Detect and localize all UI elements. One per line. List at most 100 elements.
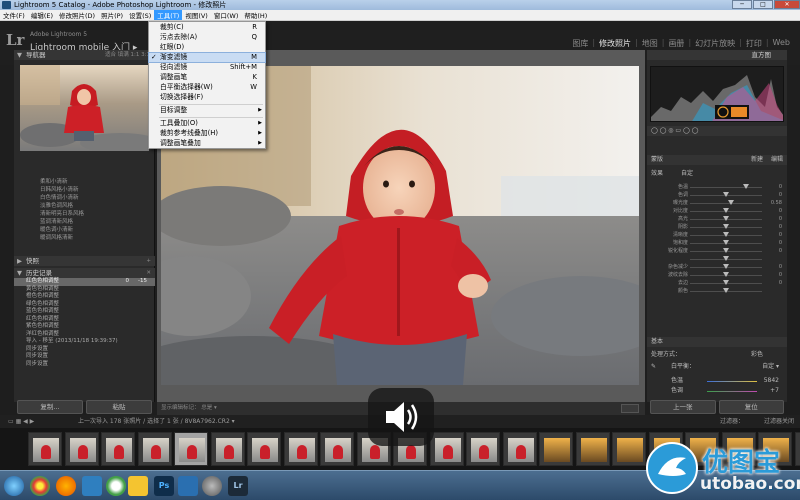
histogram[interactable] <box>650 66 784 122</box>
filmstrip-thumbnail[interactable] <box>429 432 464 466</box>
history-item[interactable]: 绿色色相调整 <box>14 301 155 309</box>
history-item[interactable]: 红色色相调整 <box>14 316 155 324</box>
history-item[interactable]: 蓝色色相调整 <box>14 308 155 316</box>
filmstrip-thumbnail[interactable] <box>320 432 354 466</box>
maximize-button[interactable]: □ <box>753 0 773 9</box>
menu-item-targeted-adjustment[interactable]: 目标调整 ▶ <box>149 106 265 115</box>
temp-slider[interactable] <box>707 381 757 382</box>
slider-value[interactable]: 0 <box>779 183 782 191</box>
module-develop[interactable]: 修改照片 <box>595 38 635 49</box>
adjustment-slider-row[interactable]: 波纹去除 0 <box>650 271 784 279</box>
add-snapshot-icon[interactable]: + <box>146 256 151 266</box>
navigator-zoom-options[interactable]: 适合 填满 1:1 3:1 <box>105 50 150 60</box>
done-button[interactable] <box>621 404 639 413</box>
module-web[interactable]: Web <box>769 38 794 49</box>
filmstrip-thumbnail[interactable] <box>247 432 281 466</box>
app-icon[interactable] <box>82 476 102 496</box>
app-icon[interactable] <box>202 476 222 496</box>
filmstrip-thumbnail[interactable] <box>466 432 500 466</box>
adjustment-slider-row[interactable]: 饱和度 0 <box>650 239 784 247</box>
filmstrip-nav-icons[interactable]: ▭ ▦ ◀ ▶ <box>8 415 34 428</box>
preset-item[interactable]: 日韩风格小清新 <box>14 186 155 194</box>
history-item[interactable]: 同步设置 <box>14 361 155 369</box>
slider-knob[interactable] <box>723 280 729 285</box>
slider-knob[interactable] <box>723 224 729 229</box>
filmstrip-thumbnail[interactable] <box>502 432 537 466</box>
menu-item-brush-overlay[interactable]: 调整画笔叠加 ▶ <box>149 139 265 148</box>
effect-preset[interactable]: 自定 <box>681 169 693 179</box>
menu-item-graduated-filter[interactable]: ✓ 渐变滤镜 M <box>148 52 266 63</box>
module-map[interactable]: 地图 <box>638 38 662 49</box>
slider-knob[interactable] <box>723 240 729 245</box>
slider-knob[interactable] <box>723 232 729 237</box>
module-library[interactable]: 图库 <box>568 38 592 49</box>
slider-value[interactable]: 0 <box>779 271 782 279</box>
menu-photo[interactable]: 照片(P) <box>98 10 126 20</box>
adjustment-slider-row[interactable]: 曝光度 0.58 <box>650 199 784 207</box>
previous-button[interactable]: 上一张 <box>650 400 716 414</box>
filmstrip-thumbnail[interactable] <box>539 432 573 466</box>
close-button[interactable]: ✕ <box>774 0 800 9</box>
preset-item[interactable]: 清新明亮日系风格 <box>14 210 155 218</box>
menu-view[interactable]: 视图(V) <box>182 10 211 20</box>
clear-history-icon[interactable]: ✕ <box>146 268 151 278</box>
adjustment-slider-row[interactable]: 杂色减少 0 <box>650 263 784 271</box>
minimize-button[interactable]: ─ <box>732 0 752 9</box>
menu-item-toggle-selector[interactable]: 切换选择器(F) <box>149 93 265 102</box>
menu-item-red-eye[interactable]: 红眼(D) <box>149 43 265 52</box>
slider-value[interactable]: 0 <box>779 223 782 231</box>
filmstrip-thumbnail[interactable] <box>137 432 172 466</box>
adjustment-slider-row[interactable]: 高光 0 <box>650 215 784 223</box>
show-edit-pins[interactable]: 显示编辑标记： 总是 ▾ <box>161 405 217 411</box>
app-icon[interactable] <box>106 476 126 496</box>
mask-edit[interactable]: 编辑 <box>771 155 783 165</box>
adjustment-slider-row[interactable]: 阴影 0 <box>650 223 784 231</box>
slider-knob[interactable] <box>743 184 750 189</box>
menu-window[interactable]: 窗口(W) <box>211 10 242 20</box>
start-button-icon[interactable] <box>4 476 24 496</box>
reset-button[interactable]: 复位 <box>718 400 784 414</box>
slider-value[interactable]: 0 <box>779 191 782 199</box>
adjustment-slider-row[interactable]: 锐化程度 0 <box>650 247 784 255</box>
menu-develop[interactable]: 修改照片(D) <box>56 10 98 20</box>
slider-value[interactable]: 0 <box>779 263 782 271</box>
slider-knob[interactable] <box>723 208 729 213</box>
filmstrip-thumbnail[interactable] <box>101 432 135 466</box>
filmstrip-thumbnail[interactable] <box>64 432 99 466</box>
filmstrip-thumbnail[interactable] <box>283 432 318 466</box>
menu-item-white-balance[interactable]: 白平衡选择器(W) W <box>149 83 265 92</box>
menu-edit[interactable]: 编辑(E) <box>28 10 56 20</box>
histogram-header[interactable]: 直方图 <box>647 50 787 60</box>
basic-header[interactable]: 基本 <box>647 337 787 347</box>
adjustment-slider-row[interactable]: 色温 0 <box>650 183 784 191</box>
navigator-preview[interactable] <box>20 65 149 151</box>
adjustment-slider-row[interactable]: 对比度 0 <box>650 207 784 215</box>
history-item[interactable]: 黄色色相调整 <box>14 286 155 294</box>
slider-knob[interactable] <box>723 256 729 261</box>
app-icon[interactable] <box>178 476 198 496</box>
history-item[interactable]: 紫色色相调整 <box>14 323 155 331</box>
slider-track[interactable] <box>690 203 762 204</box>
menu-item-radial-filter[interactable]: 径向滤镜 Shift+M <box>149 63 265 72</box>
copy-settings-button[interactable]: 复制... <box>17 400 83 414</box>
filter-select[interactable]: 过滤器关闭 <box>764 415 794 428</box>
menu-item-crop-guide-overlay[interactable]: 裁剪参考线叠加(H) ▶ <box>149 129 265 138</box>
history-item[interactable]: 同步设置 <box>14 353 155 361</box>
history-item[interactable]: 导入 - 移至 (2013/11/18 19:39:37) <box>14 338 155 346</box>
slider-knob[interactable] <box>723 248 729 253</box>
module-print[interactable]: 打印 <box>742 38 766 49</box>
folder-icon[interactable] <box>128 476 148 496</box>
filmstrip-thumbnail[interactable] <box>210 432 245 466</box>
preset-item[interactable]: 蓝调清新风格 <box>14 218 155 226</box>
slider-value[interactable]: 0 <box>779 239 782 247</box>
slider-knob[interactable] <box>723 192 729 197</box>
slider-track[interactable] <box>690 187 762 188</box>
chrome-icon[interactable] <box>30 476 50 496</box>
slider-knob[interactable] <box>723 216 729 221</box>
slider-knob[interactable] <box>723 288 729 293</box>
mask-new[interactable]: 新建 <box>751 155 763 165</box>
menu-item-spot-removal[interactable]: 污点去除(A) Q <box>149 33 265 42</box>
tint-value[interactable]: +7 <box>770 386 779 396</box>
adjustment-slider-row[interactable] <box>650 255 784 263</box>
slider-value[interactable]: 0.58 <box>771 199 782 207</box>
